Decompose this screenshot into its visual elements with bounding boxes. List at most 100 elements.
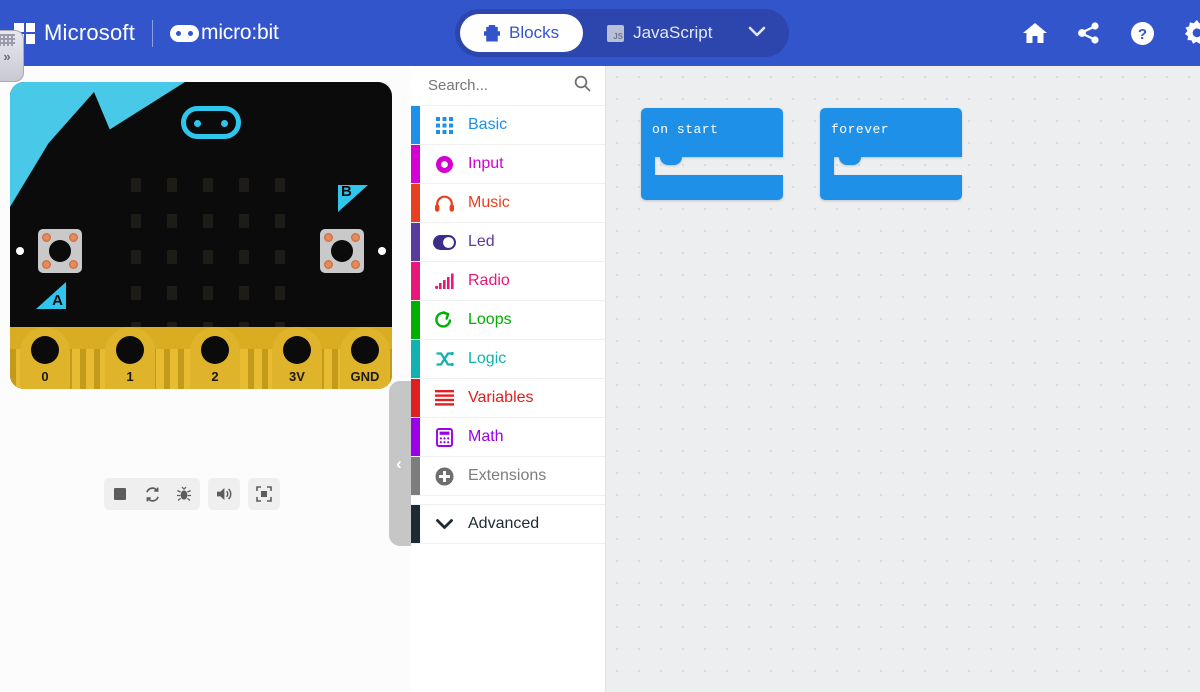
category-label: Math	[468, 428, 504, 445]
sim-mute-group	[208, 478, 240, 510]
cursor-overlay-widget[interactable]: »	[0, 30, 24, 82]
block-label: on start	[652, 122, 719, 137]
category-color-bar	[411, 379, 420, 417]
block-left-arm	[820, 157, 834, 175]
search-input[interactable]	[428, 77, 568, 94]
tab-blocks-label: Blocks	[509, 23, 560, 42]
brand-divider	[152, 19, 154, 47]
category-color-bar	[411, 145, 420, 183]
block-notch	[660, 157, 682, 165]
share-icon[interactable]	[1077, 22, 1101, 44]
category-label: Led	[468, 233, 495, 250]
signal-bars-icon	[432, 273, 456, 289]
restart-button[interactable]	[136, 478, 168, 510]
pin-1[interactable]: 1	[105, 327, 155, 389]
board-button-b[interactable]	[320, 229, 364, 273]
toggle-icon	[432, 234, 456, 250]
collapse-simulator-handle[interactable]: ‹	[389, 381, 411, 546]
board-button-a[interactable]	[38, 229, 82, 273]
category-label: Advanced	[468, 515, 540, 532]
double-chevron-right-icon: »	[3, 49, 11, 64]
mute-button[interactable]	[208, 478, 240, 510]
brand-area: Microsoft micro:bit	[0, 19, 279, 47]
header-actions: ?	[1022, 0, 1200, 66]
category-label: Input	[468, 155, 504, 172]
home-icon[interactable]	[1022, 21, 1048, 45]
editor-mode-tabs: Blocks JS JavaScript	[455, 9, 790, 57]
toolbox-panel: Basic Input Music	[411, 66, 606, 692]
pin-0[interactable]: 0	[20, 327, 70, 389]
category-logic[interactable]: Logic	[411, 340, 605, 379]
simulator-panel: A B 0 1 2 3V GND ‹	[0, 66, 411, 692]
board-pin-strip: 0 1 2 3V GND	[10, 327, 392, 389]
sim-transport-group	[104, 478, 200, 510]
category-input[interactable]: Input	[411, 145, 605, 184]
category-music[interactable]: Music	[411, 184, 605, 223]
block-left-arm	[641, 157, 655, 175]
app-header: Microsoft micro:bit Blocks JS JavaScript	[0, 0, 1200, 82]
settings-gear-icon[interactable]	[1184, 20, 1200, 46]
category-label: Radio	[468, 272, 510, 289]
chevron-left-icon: ‹	[396, 453, 402, 473]
category-label: Loops	[468, 311, 512, 328]
tab-javascript-label: JavaScript	[633, 23, 713, 42]
blocks-workspace[interactable]: on start forever	[606, 66, 1200, 692]
toolbox-divider	[411, 496, 605, 505]
category-color-bar	[411, 184, 420, 222]
block-label: forever	[831, 122, 890, 137]
microbit-board[interactable]: A B 0 1 2 3V GND	[10, 82, 392, 389]
debug-button[interactable]	[168, 478, 200, 510]
button-a-label-flag: A	[36, 282, 66, 309]
chevron-down-icon[interactable]	[736, 22, 784, 44]
sim-fullscreen-group	[248, 478, 280, 510]
shuffle-icon	[432, 351, 456, 367]
tab-blocks[interactable]: Blocks	[460, 14, 584, 52]
microbit-face-logo	[170, 24, 200, 42]
category-color-bar	[411, 418, 420, 456]
category-extensions[interactable]: Extensions	[411, 457, 605, 496]
category-label: Variables	[468, 389, 534, 406]
tab-javascript[interactable]: JS JavaScript	[583, 14, 736, 52]
board-dot-right	[378, 247, 386, 255]
category-color-bar	[411, 340, 420, 378]
category-color-bar	[411, 505, 420, 543]
block-bottom	[641, 175, 783, 200]
pin-3v[interactable]: 3V	[272, 327, 322, 389]
pin-2[interactable]: 2	[190, 327, 240, 389]
category-math[interactable]: Math	[411, 418, 605, 457]
help-icon[interactable]: ?	[1130, 21, 1155, 46]
board-dot-left	[16, 247, 24, 255]
js-icon: JS	[607, 24, 625, 42]
simulator-toolbar	[104, 478, 280, 510]
circle-dot-icon	[432, 155, 456, 174]
makecode-editor: Microsoft micro:bit Blocks JS JavaScript	[0, 0, 1200, 692]
search-icon[interactable]	[574, 75, 591, 97]
category-variables[interactable]: Variables	[411, 379, 605, 418]
calculator-icon	[432, 427, 456, 447]
category-advanced[interactable]: Advanced	[411, 505, 605, 544]
category-color-bar	[411, 223, 420, 261]
category-led[interactable]: Led	[411, 223, 605, 262]
block-notch	[839, 157, 861, 165]
fullscreen-button[interactable]	[248, 478, 280, 510]
category-loops[interactable]: Loops	[411, 301, 605, 340]
category-label: Music	[468, 194, 510, 211]
toolbox-search-row	[411, 66, 605, 106]
category-color-bar	[411, 301, 420, 339]
category-label: Extensions	[468, 467, 547, 484]
category-label: Logic	[468, 350, 507, 367]
microbit-wordmark: micro:bit	[201, 21, 279, 44]
led-matrix[interactable]	[131, 178, 289, 336]
usb-connector-icon	[181, 106, 241, 139]
category-basic[interactable]: Basic	[411, 106, 605, 145]
grid-icon	[432, 116, 456, 134]
stop-button[interactable]	[104, 478, 136, 510]
plus-circle-icon	[432, 467, 456, 486]
category-color-bar	[411, 106, 420, 144]
category-color-bar	[411, 262, 420, 300]
category-color-bar	[411, 457, 420, 495]
pin-gnd[interactable]: GND	[340, 327, 390, 389]
microbit-logo: micro:bit	[170, 21, 279, 45]
loop-arrow-icon	[432, 310, 456, 330]
category-radio[interactable]: Radio	[411, 262, 605, 301]
